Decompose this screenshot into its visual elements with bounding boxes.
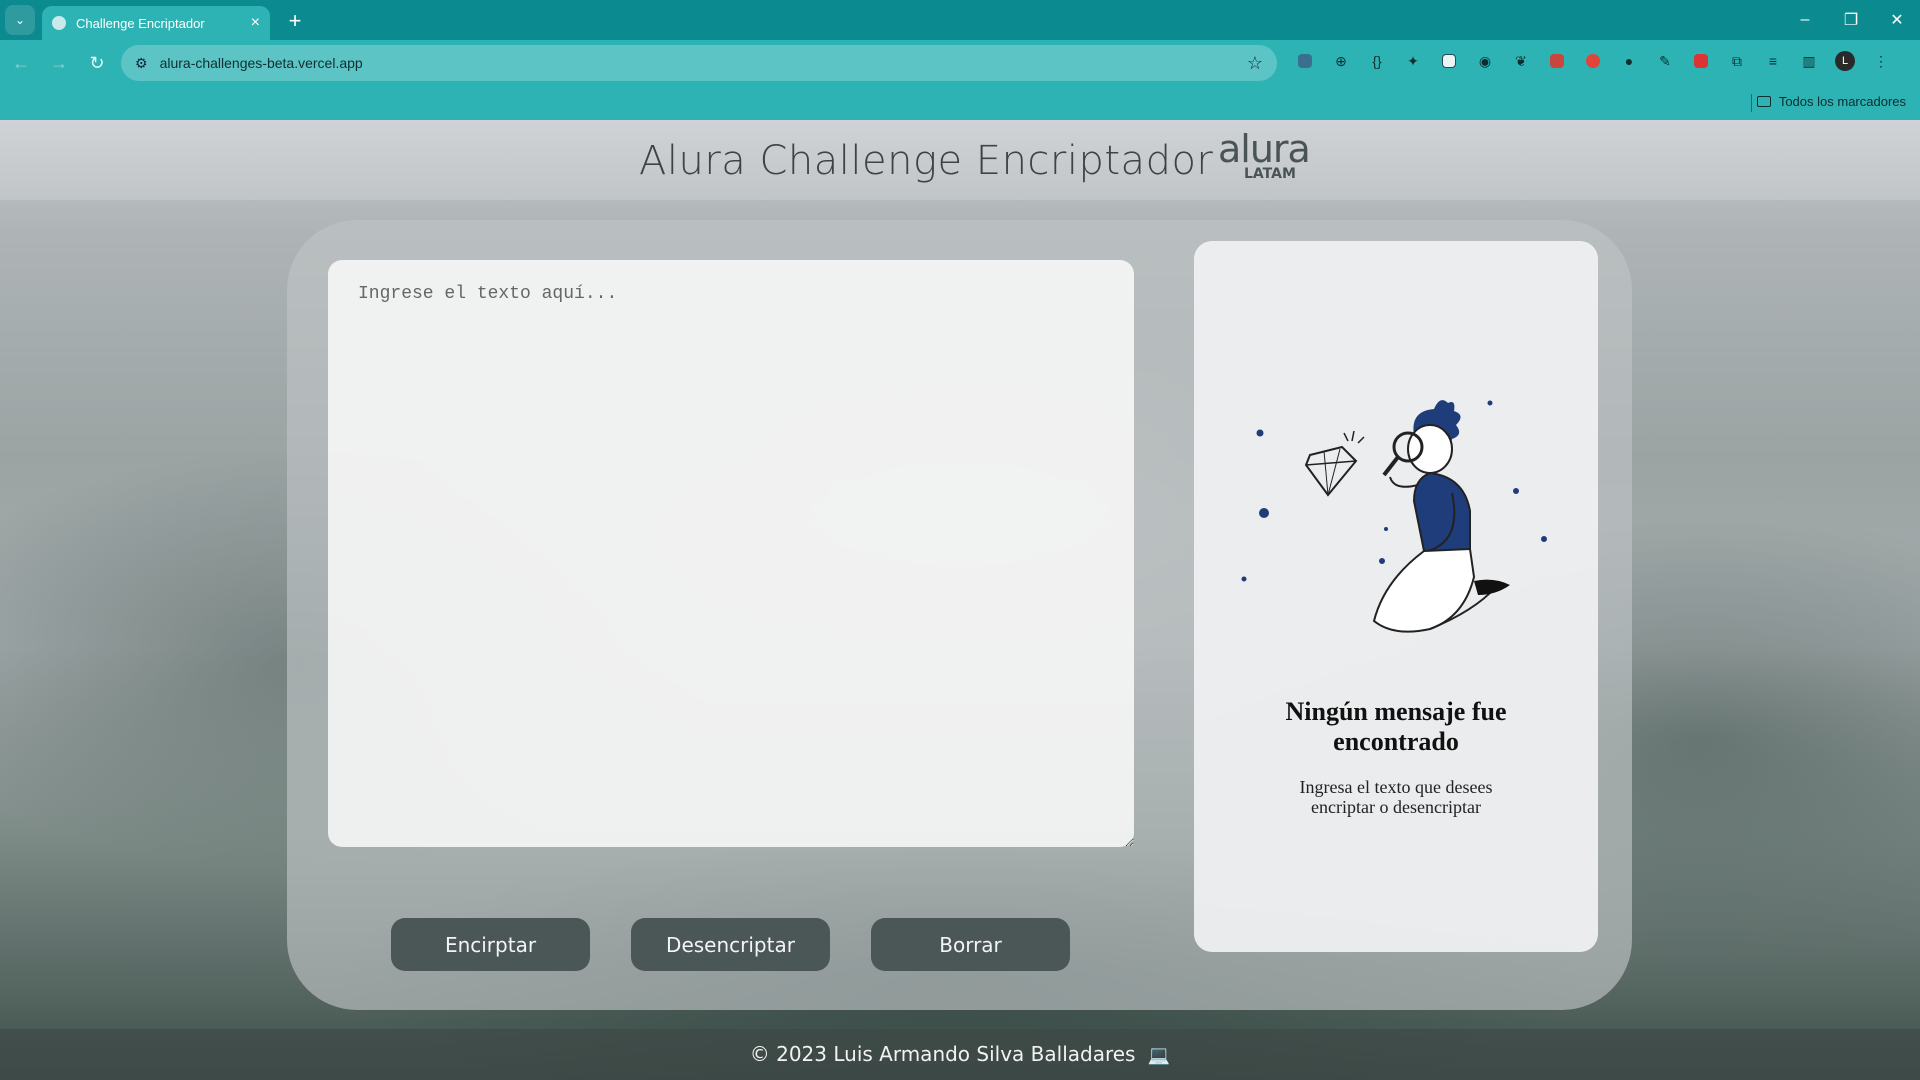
logo-word: alura [1218,127,1311,171]
new-tab-button[interactable]: + [282,8,308,34]
folder-icon [1756,96,1771,107]
alura-logo: alura LATAM [1218,127,1311,190]
close-window-icon[interactable]: ✕ [1874,0,1920,40]
tab-search-button[interactable]: ⌄ [5,5,35,35]
bird-extension-icon[interactable]: ✦ [1400,48,1426,74]
laptop-icon: 💻 [1147,1045,1171,1066]
pen-extension-icon[interactable]: ✎ [1652,48,1678,74]
page-footer: © 2023 Luis Armando Silva Balladares 💻 [0,1029,1920,1080]
reading-list-icon[interactable]: ≡ [1760,48,1786,74]
code-extension-icon[interactable]: {} [1364,48,1390,74]
bookmarks-divider [1751,94,1752,112]
puzzle-extension-icon[interactable]: ⧉ [1724,48,1750,74]
window-controls: – ❐ ✕ [1782,0,1920,40]
search-person-illustration [1241,400,1547,633]
decrypt-button[interactable]: Desencriptar [631,918,830,971]
clipboard-extension-icon[interactable] [1436,48,1462,74]
back-button[interactable]: ← [4,46,38,80]
favicon-icon [52,16,66,30]
message-input[interactable] [328,260,1134,847]
side-panel-icon[interactable]: ▥ [1796,48,1822,74]
page-header: Alura Challenge Encriptador alura LATAM [0,120,1920,200]
pdf-extension-icon[interactable] [1688,48,1714,74]
page-title: Alura Challenge Encriptador [639,138,1214,184]
flag-extension-icon[interactable] [1544,48,1570,74]
minimize-icon[interactable]: – [1782,0,1828,40]
address-bar[interactable]: ⚙ alura-challenges-beta.vercel.app ☆ [121,45,1277,81]
clear-button[interactable]: Borrar [871,918,1070,971]
browser-toolbar: ← → ↻ ⚙ alura-challenges-beta.vercel.app… [0,40,1920,86]
reload-button[interactable]: ↻ [80,46,114,80]
logo-sub: LATAM [1244,166,1296,182]
forward-button[interactable]: → [42,46,76,80]
restore-icon[interactable]: ❐ [1828,0,1874,40]
record-extension-icon[interactable]: ◉ [1472,48,1498,74]
site-info-icon[interactable]: ⚙ [135,55,148,72]
result-title: Ningún mensaje fue encontrado [1285,697,1507,756]
browser-tab[interactable]: Challenge Encriptador × [42,6,270,40]
menu-kebab-icon[interactable]: ⋮ [1868,48,1894,74]
robot-extension-icon[interactable]: ● [1616,48,1642,74]
extensions-row: ⊕ {} ✦ ◉ ❦ ● ✎ ⧉ ≡ ▥ L ⋮ [1292,48,1904,74]
tab-title: Challenge Encriptador [76,15,205,31]
encrypt-button[interactable]: Encirptar [391,918,590,971]
close-tab-icon[interactable]: × [251,15,260,31]
tab-strip: ⌄ Challenge Encriptador × + – ❐ ✕ [0,0,1920,40]
profile-avatar[interactable]: L [1832,48,1858,74]
footer-text: © 2023 Luis Armando Silva Balladares [749,1042,1136,1066]
result-subtitle: Ingresa el texto que desees encriptar o … [1299,777,1493,817]
bookmarks-bar: Todos los marcadores [0,86,1920,120]
translate-extension-icon[interactable] [1292,48,1318,74]
page-content: Alura Challenge Encriptador alura LATAM … [0,120,1920,1080]
url-text: alura-challenges-beta.vercel.app [159,55,363,71]
bookmark-star-icon[interactable]: ☆ [1247,53,1263,74]
leaf-extension-icon[interactable]: ❦ [1508,48,1534,74]
shield-extension-icon[interactable] [1580,48,1606,74]
result-card: Ningún mensaje fue encontrado Ingresa el… [1194,241,1598,952]
globe-extension-icon[interactable]: ⊕ [1328,48,1354,74]
all-bookmarks-label: Todos los marcadores [1778,94,1906,109]
all-bookmarks-button[interactable]: Todos los marcadores [1756,94,1906,109]
